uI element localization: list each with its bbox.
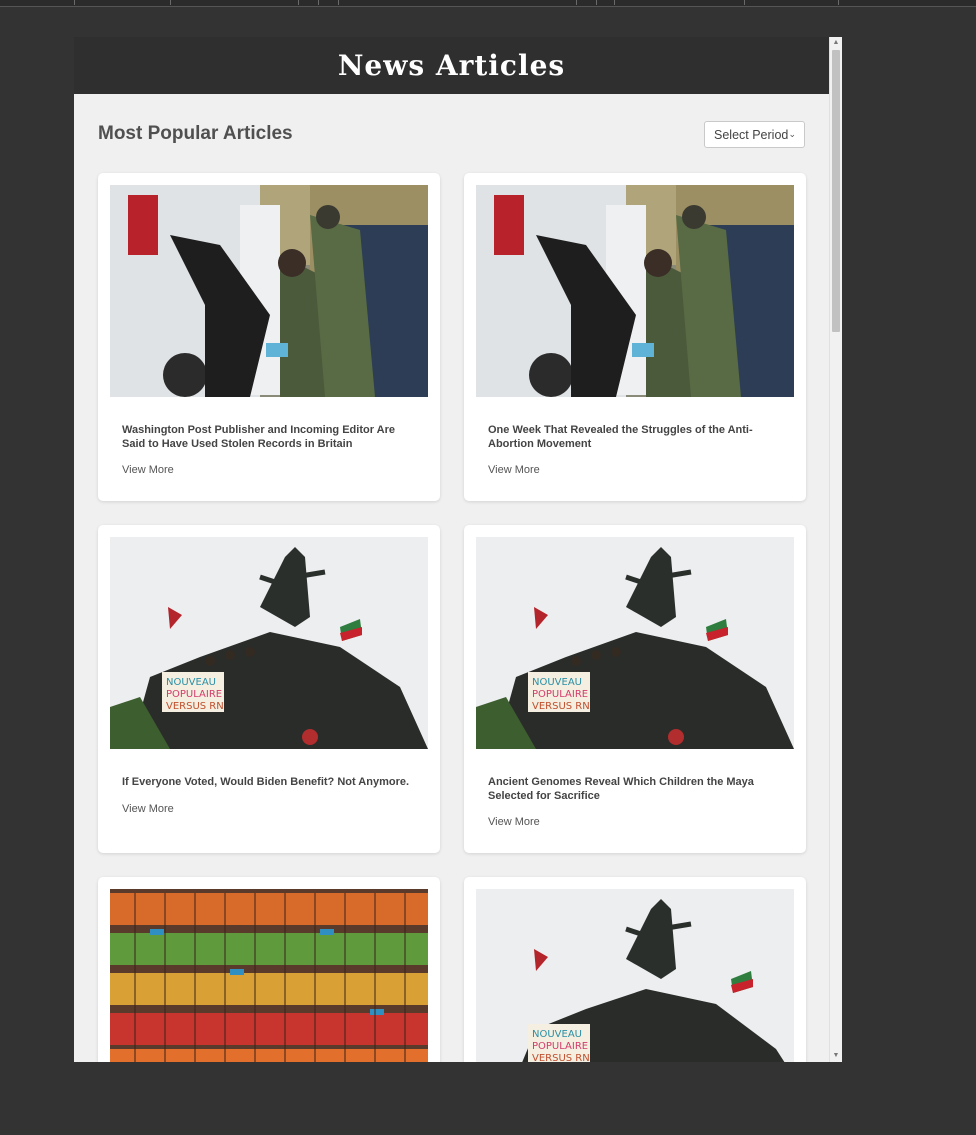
period-select[interactable]: Select Period ⌄ — [704, 121, 805, 148]
scrollbar-thumb[interactable] — [832, 50, 840, 332]
article-image-grocery-shelves[interactable] — [110, 889, 428, 1062]
article-card: Washington Post Publisher and Incoming E… — [98, 173, 440, 501]
svg-text:NOUVEAU: NOUVEAU — [532, 677, 582, 688]
chevron-down-icon: ⌄ — [788, 129, 796, 139]
page-viewport: News Articles Most Popular Articles Sele… — [74, 37, 842, 1062]
browser-top-strip — [0, 0, 976, 7]
svg-text:POPULAIRE: POPULAIRE — [532, 689, 588, 700]
svg-text:VERSUS RN: VERSUS RN — [166, 701, 224, 712]
site-title: News Articles — [337, 49, 566, 82]
article-title: Ancient Genomes Reveal Which Children th… — [488, 776, 754, 802]
article-image-border-patrol[interactable] — [110, 185, 428, 397]
scroll-up-arrow-icon[interactable]: ▲ — [830, 37, 842, 49]
article-title: If Everyone Voted, Would Biden Benefit? … — [122, 776, 410, 788]
article-card: One Week That Revealed the Struggles of … — [464, 173, 806, 501]
svg-text:VERSUS RN: VERSUS RN — [532, 701, 590, 712]
vertical-scrollbar[interactable]: ▲ ▼ — [829, 37, 842, 1062]
article-card — [98, 877, 440, 1062]
scroll-down-arrow-icon[interactable]: ▼ — [830, 1050, 842, 1062]
article-card: NOUVEAU POPULAIRE VERSUS RN If Everyone … — [98, 525, 440, 853]
article-title: One Week That Revealed the Struggles of … — [488, 424, 753, 450]
view-more-link[interactable]: View More — [488, 464, 540, 476]
period-select-value: Select Period — [714, 127, 789, 142]
view-more-link[interactable]: View More — [122, 464, 174, 476]
view-more-link[interactable]: View More — [122, 803, 174, 815]
article-title: Washington Post Publisher and Incoming E… — [122, 424, 395, 450]
svg-text:VERSUS RN: VERSUS RN — [532, 1053, 590, 1062]
svg-text:POPULAIRE: POPULAIRE — [166, 689, 222, 700]
page-title: Most Popular Articles — [98, 123, 293, 144]
svg-text:NOUVEAU: NOUVEAU — [532, 1029, 582, 1040]
article-image-statue-protest[interactable]: NOUVEAU POPULAIRE VERSUS RN — [476, 537, 794, 749]
article-image-border-patrol[interactable] — [476, 185, 794, 397]
article-card: NOUVEAU POPULAIRE VERSUS RN — [464, 877, 806, 1062]
article-card: NOUVEAU POPULAIRE VERSUS RN Ancient Geno… — [464, 525, 806, 853]
svg-text:POPULAIRE: POPULAIRE — [532, 1041, 588, 1052]
svg-text:NOUVEAU: NOUVEAU — [166, 677, 216, 688]
site-header: News Articles — [74, 37, 829, 94]
article-image-statue-protest[interactable]: NOUVEAU POPULAIRE VERSUS RN — [476, 889, 794, 1062]
article-image-statue-protest[interactable]: NOUVEAU POPULAIRE VERSUS RN — [110, 537, 428, 749]
view-more-link[interactable]: View More — [488, 816, 540, 828]
